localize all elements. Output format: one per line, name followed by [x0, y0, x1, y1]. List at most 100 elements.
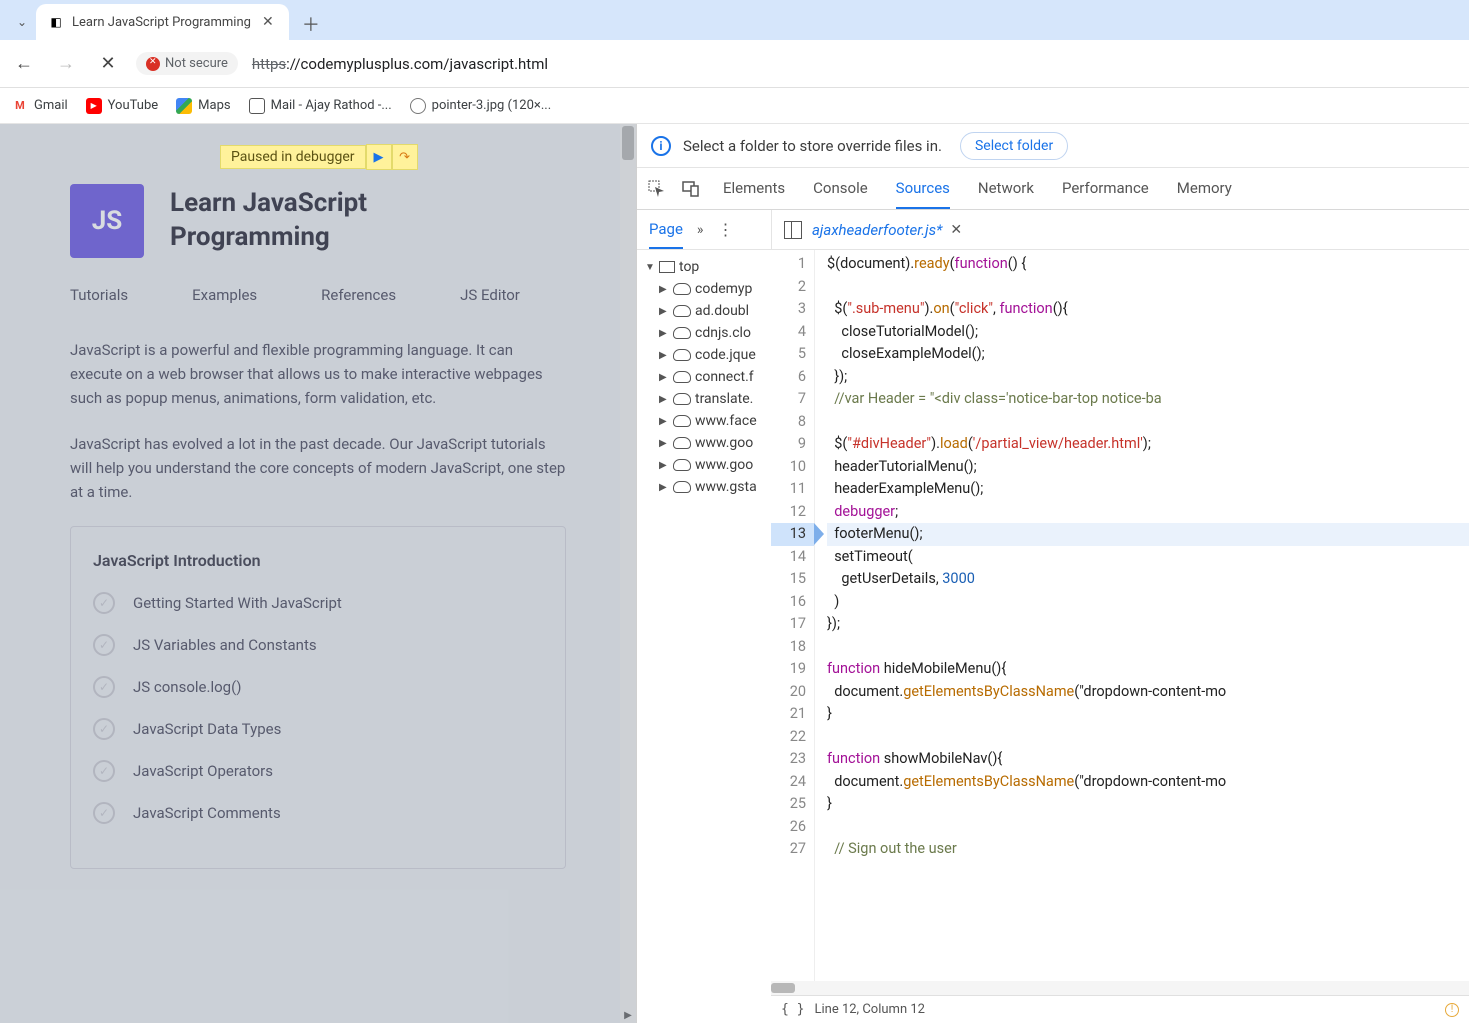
check-circle-icon [93, 676, 115, 698]
select-folder-button[interactable]: Select folder [960, 132, 1068, 160]
lesson-label: JavaScript Operators [133, 762, 273, 780]
lesson-item[interactable]: JavaScript Data Types [93, 718, 543, 740]
cloud-icon [673, 415, 691, 427]
new-tab-button[interactable]: ＋ [295, 8, 327, 40]
lesson-item[interactable]: JS console.log() [93, 676, 543, 698]
devtools-tabbar: Elements Console Sources Network Performance… [637, 168, 1469, 210]
stop-button[interactable]: ✕ [94, 50, 122, 78]
check-circle-icon [93, 802, 115, 824]
lesson-item[interactable]: Getting Started With JavaScript [93, 592, 543, 614]
bookmark-maps[interactable]: Maps [176, 98, 230, 114]
browser-tab[interactable]: ◧ Learn JavaScript Programming ✕ [36, 4, 289, 40]
url-rest: ://codemyplusplus.com/javascript.html [286, 55, 548, 73]
lesson-item[interactable]: JavaScript Comments [93, 802, 543, 824]
browser-toolbar: ← → ✕ Not secure https://codemyplusplus.… [0, 40, 1469, 88]
tree-arrow-right-icon: ▶ [659, 306, 669, 317]
info-icon: i [651, 136, 671, 156]
coverage-warning-icon[interactable]: ! [1445, 1003, 1459, 1017]
devtools-tab-elements[interactable]: Elements [723, 169, 785, 209]
security-chip[interactable]: Not secure [136, 52, 238, 75]
tree-arrow-right-icon: ▶ [659, 328, 669, 339]
nav-tutorials[interactable]: Tutorials [70, 286, 128, 304]
cloud-icon [673, 393, 691, 405]
page-viewport: Paused in debugger ▶ ↷ JS Learn JavaScri… [0, 124, 636, 1023]
devtools-tab-console[interactable]: Console [813, 169, 868, 209]
more-tabs-icon[interactable]: » [697, 222, 704, 238]
close-file-icon[interactable]: ✕ [950, 222, 962, 238]
lesson-item[interactable]: JavaScript Operators [93, 760, 543, 782]
tree-domain[interactable]: ▶translate. [641, 388, 767, 410]
tree-domain[interactable]: ▶www.gsta [641, 476, 767, 498]
bookmarks-bar: MGmail YouTube Maps Mail - Ajay Rathod -… [0, 88, 1469, 124]
address-bar[interactable]: https://codemyplusplus.com/javascript.ht… [252, 55, 548, 73]
device-toggle-icon[interactable] [681, 179, 701, 199]
devtools-tab-memory[interactable]: Memory [1177, 169, 1232, 209]
page-heading: Learn JavaScriptProgramming [170, 187, 367, 255]
override-info-text: Select a folder to store override files … [683, 137, 942, 155]
line-gutter[interactable]: 1234567891011121314151617181920212223242… [771, 250, 815, 981]
tab-close-icon[interactable]: ✕ [259, 14, 277, 30]
lesson-label: JavaScript Data Types [133, 720, 281, 738]
scroll-right-icon[interactable]: ▶ [620, 1007, 636, 1023]
tree-arrow-right-icon: ▶ [659, 416, 669, 427]
bookmark-gmail[interactable]: MGmail [12, 98, 68, 114]
lesson-label: JS Variables and Constants [133, 636, 317, 654]
code-horizontal-scrollbar[interactable] [771, 981, 1469, 995]
resume-icon: ▶ [374, 150, 384, 165]
not-secure-label: Not secure [165, 56, 228, 71]
tree-domain[interactable]: ▶www.goo [641, 454, 767, 476]
tree-arrow-right-icon: ▶ [659, 350, 669, 361]
tree-arrow-down-icon: ▼ [645, 262, 655, 273]
sources-page-tab[interactable]: Page [649, 211, 683, 249]
bookmark-youtube[interactable]: YouTube [86, 98, 159, 114]
back-button[interactable]: ← [10, 50, 38, 78]
nav-examples[interactable]: Examples [192, 286, 257, 304]
inspect-element-icon[interactable] [647, 179, 667, 199]
tree-domain[interactable]: ▶www.goo [641, 432, 767, 454]
tree-domain[interactable]: ▶code.jque [641, 344, 767, 366]
cloud-icon [673, 283, 691, 295]
tree-arrow-right-icon: ▶ [659, 284, 669, 295]
toggle-navigator-icon[interactable] [784, 221, 802, 239]
globe-icon [410, 98, 426, 114]
tree-top[interactable]: ▼ top [641, 256, 767, 278]
cloud-icon [673, 371, 691, 383]
nav-references[interactable]: References [321, 286, 396, 304]
intro-paragraph-2: JavaScript has evolved a lot in the past… [70, 432, 566, 504]
intro-card: JavaScript Introduction Getting Started … [70, 526, 566, 869]
devtools-tab-sources[interactable]: Sources [896, 169, 950, 209]
scroll-thumb[interactable] [622, 126, 634, 160]
tree-arrow-right-icon: ▶ [659, 482, 669, 493]
resume-button[interactable]: ▶ [366, 144, 392, 170]
tree-domain[interactable]: ▶codemyp [641, 278, 767, 300]
maps-icon [176, 98, 192, 114]
page-frame-icon [659, 261, 675, 273]
tree-domain[interactable]: ▶cdnjs.clo [641, 322, 767, 344]
devtools-tab-network[interactable]: Network [978, 169, 1034, 209]
bookmark-pointer[interactable]: pointer-3.jpg (120×... [410, 98, 551, 114]
debugger-overlay: Paused in debugger ▶ ↷ [220, 144, 418, 170]
code-status-bar: { } Line 12, Column 12 ! [771, 995, 1469, 1023]
youtube-icon [86, 98, 102, 114]
code-lines[interactable]: $(document).ready(function() { $(".sub-m… [815, 250, 1469, 981]
devtools-pane: i Select a folder to store override file… [636, 124, 1469, 1023]
tree-domain[interactable]: ▶ad.doubl [641, 300, 767, 322]
open-file-tab[interactable]: ajaxheaderfooter.js* ✕ [812, 221, 962, 239]
tabs-dropdown-icon[interactable]: ⌄ [8, 4, 36, 40]
forward-button[interactable]: → [52, 50, 80, 78]
page-vertical-scrollbar[interactable]: ▲ ▼ [620, 124, 636, 1023]
nav-jseditor[interactable]: JS Editor [460, 286, 520, 304]
kebab-menu-icon[interactable]: ⋮ [717, 220, 733, 239]
code-area[interactable]: 1234567891011121314151617181920212223242… [771, 250, 1469, 981]
pretty-print-icon[interactable]: { } [781, 1002, 804, 1017]
tree-domain[interactable]: ▶connect.f [641, 366, 767, 388]
intro-paragraph-1: JavaScript is a powerful and flexible pr… [70, 338, 566, 410]
check-circle-icon [93, 634, 115, 656]
tree-domain[interactable]: ▶www.face [641, 410, 767, 432]
hscroll-thumb[interactable] [771, 983, 795, 993]
devtools-tab-performance[interactable]: Performance [1062, 169, 1149, 209]
cursor-position: Line 12, Column 12 [814, 1002, 924, 1017]
step-over-button[interactable]: ↷ [392, 144, 418, 170]
lesson-item[interactable]: JS Variables and Constants [93, 634, 543, 656]
bookmark-mail[interactable]: Mail - Ajay Rathod -... [249, 98, 392, 114]
